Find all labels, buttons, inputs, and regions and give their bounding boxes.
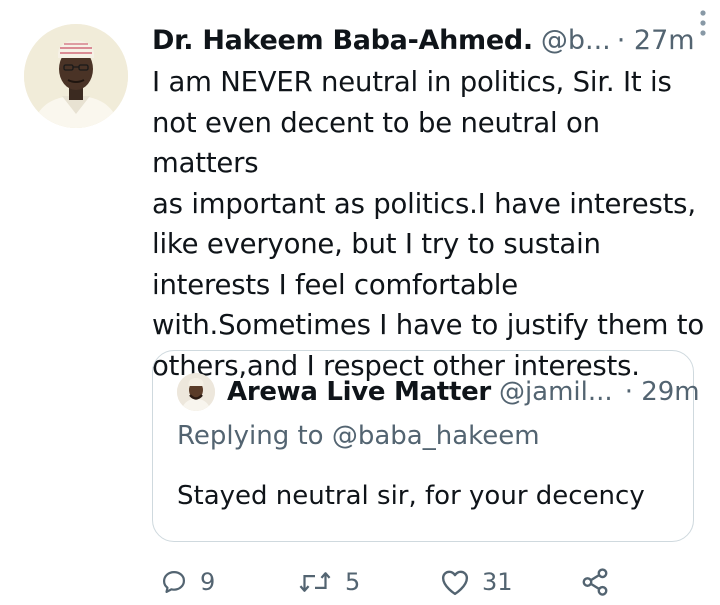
quoted-text: Stayed neutral sir, for your decency (177, 481, 645, 511)
tweet-timestamp[interactable]: · 27m (617, 25, 695, 56)
reply-icon (160, 568, 188, 596)
quoted-tweet[interactable]: Arewa Live Matter @jamil... · 29m Replyi… (152, 350, 700, 542)
more-vertical-icon[interactable] (698, 8, 708, 38)
like-count: 31 (482, 568, 513, 596)
quoted-avatar-image (177, 373, 215, 411)
author-avatar[interactable] (24, 24, 128, 128)
action-bar: 9 5 31 (0, 562, 720, 602)
tweet[interactable]: Dr. Hakeem Baba-Ahmed. @b... · 27m I am … (0, 0, 720, 605)
author-name[interactable]: Dr. Hakeem Baba-Ahmed. (152, 25, 533, 56)
replying-to[interactable]: Replying to @baba_hakeem (177, 421, 540, 451)
quoted-timestamp[interactable]: · 29m (625, 377, 700, 407)
share-icon (580, 567, 610, 597)
reply-button[interactable]: 9 (160, 562, 215, 602)
retweet-button[interactable]: 5 (297, 562, 360, 602)
tweet-header: Dr. Hakeem Baba-Ahmed. @b... · 27m (152, 18, 695, 62)
quoted-author-avatar (177, 373, 215, 411)
quoted-author-name[interactable]: Arewa Live Matter (227, 377, 491, 407)
tweet-text: I am NEVER neutral in politics, Sir. It … (152, 66, 704, 382)
like-button[interactable]: 31 (440, 562, 513, 602)
quoted-author-handle[interactable]: @jamil... (499, 377, 613, 407)
retweet-count: 5 (345, 568, 361, 596)
heart-icon (440, 568, 470, 596)
reply-count: 9 (200, 568, 216, 596)
author-handle[interactable]: @b... (541, 25, 611, 56)
author-avatar-image (24, 24, 128, 128)
share-button[interactable] (580, 562, 610, 602)
quoted-header: Arewa Live Matter @jamil... · 29m (227, 371, 700, 413)
retweet-icon (297, 568, 333, 596)
